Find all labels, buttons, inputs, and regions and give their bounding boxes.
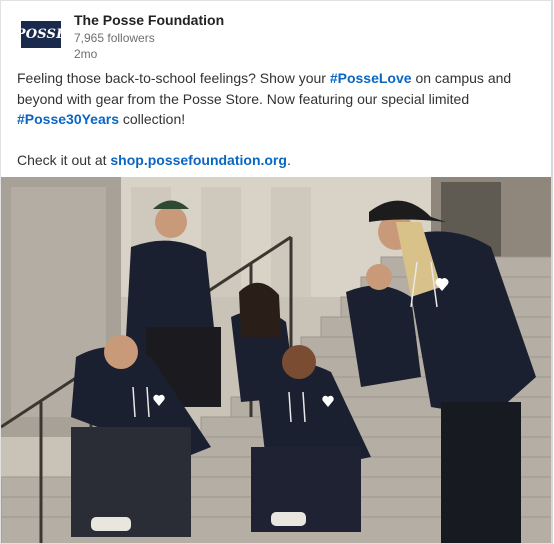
- post-time: 2mo: [74, 47, 98, 61]
- post-header: POSSE The Posse Foundation 7,965 followe…: [1, 1, 551, 63]
- post-card: POSSE The Posse Foundation 7,965 followe…: [0, 0, 553, 544]
- follower-count: 7,965 followers: [74, 31, 155, 45]
- post-text-segment: .: [286, 151, 291, 168]
- author-name[interactable]: The Posse Foundation: [74, 12, 224, 28]
- posse-logo[interactable]: POSSE: [16, 21, 66, 48]
- post-text-segment: Feeling those back-to-school feelings? S…: [17, 70, 330, 86]
- post-image[interactable]: [1, 177, 551, 543]
- logo-text: POSSE: [15, 27, 67, 42]
- post-text-segment: collection!: [118, 111, 186, 127]
- post-paragraph-2: Check it out at shop.possefoundation.org…: [17, 150, 517, 171]
- hashtag-posse30years[interactable]: #Posse30Years: [17, 111, 119, 127]
- post-body: Feeling those back-to-school feelings? S…: [17, 68, 517, 170]
- post-text-segment: Check it out at: [17, 151, 111, 168]
- post-paragraph-1: Feeling those back-to-school feelings? S…: [17, 68, 517, 130]
- group-photo-illustration: [1, 177, 551, 543]
- hashtag-posselove[interactable]: #PosseLove: [330, 70, 412, 86]
- store-link[interactable]: shop.possefoundation.org: [110, 152, 287, 168]
